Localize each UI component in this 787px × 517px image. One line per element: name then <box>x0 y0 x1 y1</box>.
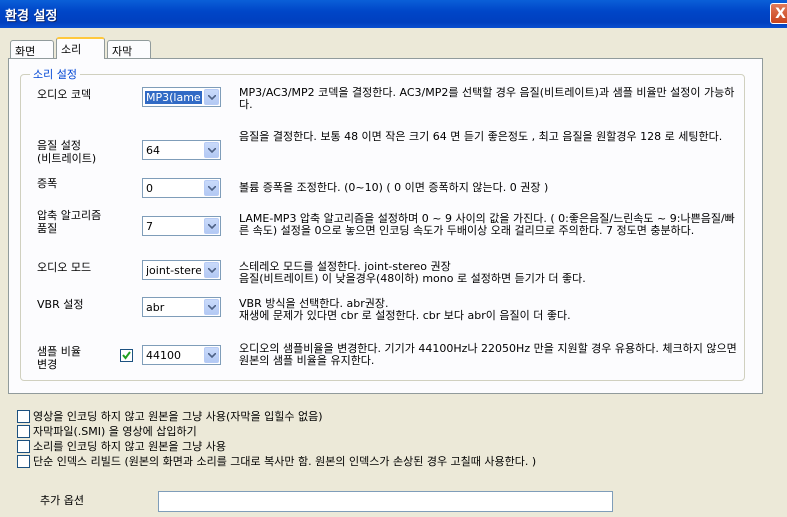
keep-original-video-label: 영상을 인코딩 하지 않고 원본을 그냥 사용(자막을 입힐수 없음) <box>33 410 323 423</box>
vbr-desc: VBR 방식을 선택한다. abr권장. 재생에 문제가 있다면 cbr 로 설… <box>239 297 571 322</box>
checkmark-icon <box>122 351 131 360</box>
keep-original-audio-label: 소리를 인코딩 하지 않고 원본을 그냥 사용 <box>33 440 227 453</box>
audio-mode-select[interactable]: joint-stere <box>142 260 221 280</box>
audio-mode-value: joint-stere <box>146 264 201 277</box>
compression-quality-desc: LAME-MP3 압축 알고리즘을 설정하며 0 ~ 9 사이의 값을 가진다.… <box>239 212 735 237</box>
keep-original-video-checkbox[interactable] <box>17 410 30 423</box>
extra-option-input[interactable] <box>158 491 613 512</box>
tab-sound[interactable]: 소리 <box>56 37 105 59</box>
embed-subtitle-label: 자막파일(.SMI) 을 영상에 삽입하기 <box>33 425 197 438</box>
chevron-down-icon[interactable] <box>204 262 219 278</box>
group-title: 소리 설정 <box>30 66 80 82</box>
tab-display[interactable]: 화면 <box>10 40 54 58</box>
title-bar: 환경 설정 X <box>0 0 787 28</box>
chevron-down-icon[interactable] <box>204 180 219 196</box>
extra-option-label: 추가 옵션 <box>40 494 84 507</box>
vbr-select[interactable]: abr <box>142 297 221 317</box>
bitrate-desc: 음질을 결정한다. 보통 48 이면 작은 크기 64 면 듣기 좋은정도 , … <box>239 130 723 143</box>
close-button[interactable]: X <box>770 3 787 24</box>
vbr-label: VBR 설정 <box>37 298 84 311</box>
embed-subtitle-checkbox[interactable] <box>17 425 30 438</box>
audio-codec-value: MP3(lame <box>145 91 202 104</box>
audio-codec-label: 오디오 코덱 <box>37 88 92 101</box>
compression-quality-label: 압축 알고리즘 품질 <box>37 209 102 235</box>
sample-rate-desc: 오디오의 샘플비율을 변경한다. 기기가 44100Hz나 22050Hz 만을… <box>239 342 737 367</box>
audio-mode-label: 오디오 모드 <box>37 261 92 274</box>
tab-subtitle[interactable]: 자막 <box>107 40 151 58</box>
sample-rate-select[interactable]: 44100 <box>142 345 221 365</box>
amplify-label: 증폭 <box>37 177 58 190</box>
amplify-value: 0 <box>146 182 153 195</box>
chevron-down-icon[interactable] <box>204 89 219 105</box>
chevron-down-icon[interactable] <box>204 299 219 315</box>
bitrate-value: 64 <box>146 144 160 157</box>
amplify-desc: 볼륨 증폭을 조정한다. (0~10) ( 0 이면 증폭하지 않는다. 0 권… <box>239 181 549 194</box>
sample-rate-value: 44100 <box>146 349 181 362</box>
keep-original-audio-checkbox[interactable] <box>17 440 30 453</box>
chevron-down-icon[interactable] <box>204 142 219 158</box>
compression-quality-value: 7 <box>146 220 153 233</box>
bitrate-label: 음질 설정 (비트레이트) <box>37 139 97 165</box>
audio-codec-desc: MP3/AC3/MP2 코덱을 결정한다. AC3/MP2를 선택할 경우 음질… <box>239 86 735 111</box>
sample-rate-label: 샘플 비율 변경 <box>37 345 81 371</box>
rebuild-index-checkbox[interactable] <box>17 455 30 468</box>
bitrate-select[interactable]: 64 <box>142 140 221 160</box>
window-title: 환경 설정 <box>5 9 58 24</box>
chevron-down-icon[interactable] <box>204 347 219 363</box>
amplify-select[interactable]: 0 <box>142 178 221 198</box>
audio-mode-desc: 스테레오 모드를 설정한다. joint-stereo 권장 음질(비트레이트)… <box>239 260 586 285</box>
chevron-down-icon[interactable] <box>204 218 219 234</box>
compression-quality-select[interactable]: 7 <box>142 216 221 236</box>
rebuild-index-label: 단순 인덱스 리빌드 (원본의 화면과 소리를 그대로 복사만 함. 원본의 인… <box>33 455 537 468</box>
sample-rate-checkbox[interactable] <box>120 349 133 362</box>
audio-codec-select[interactable]: MP3(lame <box>142 87 221 107</box>
vbr-value: abr <box>146 301 165 314</box>
